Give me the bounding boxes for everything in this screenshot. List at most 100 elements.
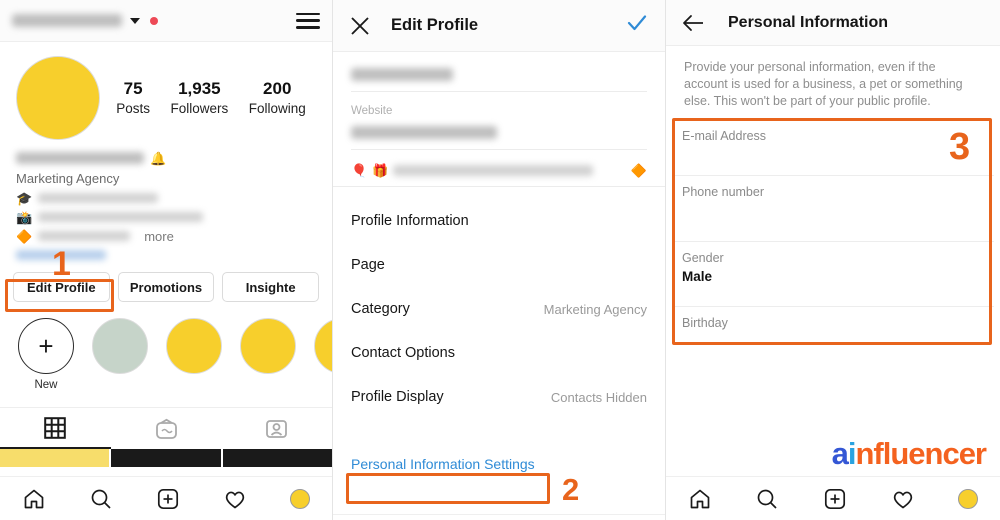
personal-information-description: Provide your personal information, even … xyxy=(684,60,963,108)
list-value: Marketing Agency xyxy=(543,301,647,317)
post-grid-strip xyxy=(0,449,332,467)
add-post-icon[interactable] xyxy=(823,487,847,511)
username-redacted[interactable] xyxy=(12,14,122,27)
posts-count: 75 xyxy=(123,79,143,98)
post-thumb[interactable] xyxy=(222,449,332,467)
activity-icon[interactable] xyxy=(223,487,247,511)
tab-tagged[interactable] xyxy=(221,408,332,449)
bio-field-row[interactable]: 🎈 🎁 🔶 xyxy=(333,150,665,187)
mid-panel-footer-divider xyxy=(333,514,665,520)
gender-field[interactable]: Gender Male xyxy=(672,242,994,307)
bio-category: Marketing Agency xyxy=(16,171,120,186)
profile-avatar[interactable] xyxy=(16,56,100,140)
annotation-number-3: 3 xyxy=(949,126,971,168)
following-count: 200 xyxy=(263,79,292,98)
highlight-thumb xyxy=(166,318,222,374)
home-icon[interactable] xyxy=(22,487,46,511)
profile-bio: 🔔 Marketing Agency 🎓 📸 🔶 more xyxy=(0,140,332,262)
bottom-nav-right xyxy=(666,476,1000,520)
personal-information-title: Personal Information xyxy=(728,13,889,31)
search-icon[interactable] xyxy=(89,487,113,511)
highlight-item[interactable] xyxy=(92,318,148,374)
search-icon[interactable] xyxy=(755,487,779,511)
bio-display-name-row: 🔔 xyxy=(16,150,316,166)
tagged-icon xyxy=(266,419,288,438)
personal-information-settings-link[interactable]: Personal Information Settings xyxy=(351,456,535,472)
email-address-label: E-mail Address xyxy=(682,129,767,143)
list-item-profile-information[interactable]: Profile Information xyxy=(333,199,665,243)
list-item-page[interactable]: Page xyxy=(333,243,665,287)
screenshot-root: 75 Posts 1,935 Followers 200 Following 🔔… xyxy=(0,0,1000,520)
list-item-profile-display[interactable]: Profile Display Contacts Hidden xyxy=(333,375,665,419)
website-value-redacted xyxy=(351,126,497,140)
email-address-field[interactable]: E-mail Address xyxy=(672,120,994,176)
close-x-icon[interactable] xyxy=(349,15,371,37)
bio-text-redacted-3 xyxy=(38,231,131,241)
list-item-category[interactable]: Category Marketing Agency xyxy=(333,287,665,331)
post-thumb[interactable] xyxy=(0,449,110,467)
website-field[interactable]: Website xyxy=(333,92,665,150)
website-label: Website xyxy=(351,105,393,117)
username-underline xyxy=(351,66,647,92)
list-label: Profile Display xyxy=(351,389,444,405)
bio-line-3: 🔶 more xyxy=(16,228,316,244)
display-name-redacted xyxy=(16,152,144,164)
add-post-icon[interactable] xyxy=(156,487,180,511)
profile-avatar-icon[interactable] xyxy=(958,488,979,509)
highlight-thumb xyxy=(240,318,296,374)
followers-label: Followers xyxy=(170,101,229,116)
edit-profile-header: Edit Profile xyxy=(333,0,665,52)
stat-posts[interactable]: 75 Posts xyxy=(116,78,150,118)
gift-icon: 🎁 xyxy=(372,163,389,178)
highlight-new-caption: New xyxy=(34,379,58,391)
insights-button[interactable]: Insighte xyxy=(222,272,320,302)
balloon-icon: 🎈 xyxy=(351,163,368,178)
hamburger-menu-icon[interactable] xyxy=(296,12,320,29)
highlight-item[interactable] xyxy=(240,318,296,374)
phone-number-field[interactable]: Phone number xyxy=(672,176,994,242)
graduation-cap-icon: 🎓 xyxy=(16,190,33,206)
stat-following[interactable]: 200 Following xyxy=(249,78,306,118)
orange-square-icon: 🔶 xyxy=(630,163,647,178)
highlight-new[interactable]: + New xyxy=(18,318,74,391)
logo-letter-a: a xyxy=(831,436,849,471)
profile-summary-row: 75 Posts 1,935 Followers 200 Following xyxy=(0,42,332,140)
instagram-profile-panel: 75 Posts 1,935 Followers 200 Following 🔔… xyxy=(0,0,333,520)
annotation-number-2: 2 xyxy=(562,472,580,507)
list-item-contact-options[interactable]: Contact Options xyxy=(333,331,665,375)
profile-avatar-icon[interactable] xyxy=(290,488,311,509)
tab-igtv[interactable] xyxy=(111,408,222,449)
profile-stats: 75 Posts 1,935 Followers 200 Following xyxy=(100,78,316,118)
bio-line-1: 🎓 xyxy=(16,191,316,205)
list-label: Page xyxy=(351,257,385,273)
posts-label: Posts xyxy=(116,101,150,116)
back-arrow-icon[interactable] xyxy=(682,13,706,33)
activity-icon[interactable] xyxy=(891,487,915,511)
highlight-item[interactable] xyxy=(166,318,222,374)
orange-diamond-icon: 🔶 xyxy=(16,228,33,244)
tab-grid[interactable] xyxy=(0,408,111,449)
bio-text-redacted-2 xyxy=(38,212,204,222)
followers-count: 1,935 xyxy=(178,79,221,98)
annotation-box-2 xyxy=(346,473,550,504)
list-label: Contact Options xyxy=(351,345,455,361)
profile-topbar xyxy=(0,0,332,42)
phone-number-label: Phone number xyxy=(682,185,765,199)
bio-more-link[interactable]: more xyxy=(144,229,174,244)
website-underline xyxy=(351,124,647,150)
personal-information-header: Personal Information xyxy=(666,0,1000,46)
birthday-field[interactable]: Birthday xyxy=(672,307,994,347)
promotions-button[interactable]: Promotions xyxy=(117,272,215,302)
grid-icon xyxy=(44,416,67,439)
post-thumb[interactable] xyxy=(111,449,221,467)
highlight-item[interactable] xyxy=(314,318,332,374)
following-label: Following xyxy=(248,101,306,116)
edit-profile-panel: Edit Profile Website 🎈 🎁 🔶 Profile Infor… xyxy=(333,0,666,520)
chevron-down-icon[interactable] xyxy=(130,17,140,24)
bio-text-redacted-1 xyxy=(38,193,159,203)
home-icon[interactable] xyxy=(688,487,712,511)
personal-information-panel: Personal Information Provide your person… xyxy=(666,0,1000,520)
stat-followers[interactable]: 1,935 Followers xyxy=(170,78,228,118)
check-icon[interactable] xyxy=(625,11,649,40)
username-field[interactable] xyxy=(333,52,665,92)
